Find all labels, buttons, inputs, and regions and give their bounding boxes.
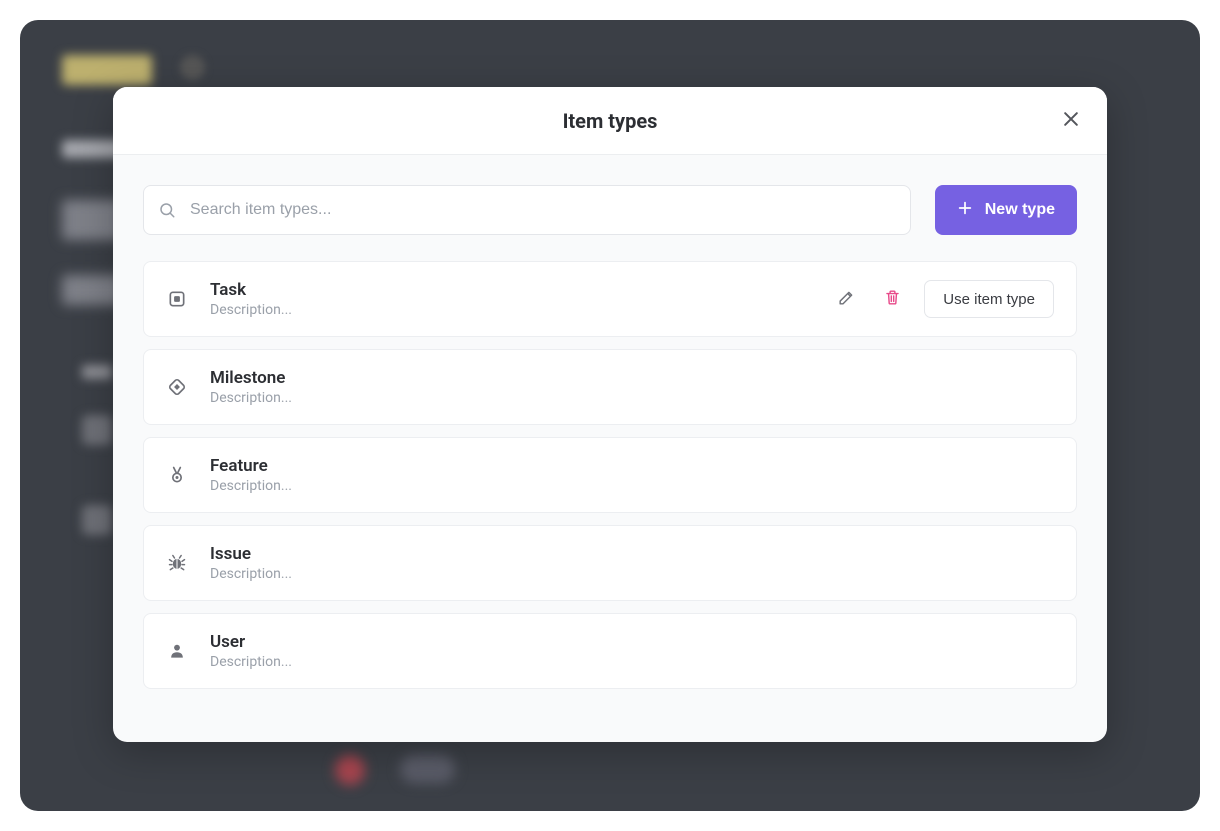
background-blur xyxy=(82,415,112,445)
type-name: Milestone xyxy=(210,368,1054,388)
diamond-icon xyxy=(166,376,188,398)
user-icon xyxy=(166,640,188,662)
toolbar: New type xyxy=(143,185,1077,235)
plus-icon xyxy=(957,200,973,221)
square-icon xyxy=(166,288,188,310)
search-icon xyxy=(158,201,176,219)
use-item-type-button[interactable]: Use item type xyxy=(924,280,1054,318)
type-name: User xyxy=(210,632,1054,652)
type-description: Description... xyxy=(210,478,1054,494)
background-blur xyxy=(400,755,455,783)
background-blur xyxy=(335,755,365,785)
item-types-modal: Item types xyxy=(113,87,1107,742)
type-card[interactable]: Milestone Description... xyxy=(143,349,1077,425)
trash-icon xyxy=(883,288,902,310)
type-text: User Description... xyxy=(210,632,1054,670)
type-text: Issue Description... xyxy=(210,544,1054,582)
type-description: Description... xyxy=(210,302,810,318)
search-wrap xyxy=(143,185,911,235)
modal-body: New type Task Description... xyxy=(113,155,1107,742)
background-blur xyxy=(82,505,112,535)
search-input[interactable] xyxy=(143,185,911,235)
type-description: Description... xyxy=(210,390,1054,406)
new-type-button[interactable]: New type xyxy=(935,185,1077,235)
modal-title: Item types xyxy=(563,109,658,133)
type-name: Issue xyxy=(210,544,1054,564)
modal-header: Item types xyxy=(113,87,1107,155)
background-blur xyxy=(62,55,152,85)
edit-button[interactable] xyxy=(832,285,860,313)
type-name: Task xyxy=(210,280,810,300)
type-text: Milestone Description... xyxy=(210,368,1054,406)
background-blur xyxy=(82,365,112,379)
background-blur xyxy=(180,55,205,80)
medal-icon xyxy=(166,464,188,486)
bug-icon xyxy=(166,552,188,574)
type-list: Task Description... Use item type xyxy=(143,261,1077,689)
type-description: Description... xyxy=(210,654,1054,670)
pencil-icon xyxy=(837,288,856,310)
close-button[interactable] xyxy=(1057,107,1085,135)
type-actions: Use item type xyxy=(832,280,1054,318)
delete-button[interactable] xyxy=(878,285,906,313)
new-type-label: New type xyxy=(985,201,1055,219)
type-name: Feature xyxy=(210,456,1054,476)
type-card[interactable]: Issue Description... xyxy=(143,525,1077,601)
type-card[interactable]: Task Description... Use item type xyxy=(143,261,1077,337)
type-card[interactable]: Feature Description... xyxy=(143,437,1077,513)
type-description: Description... xyxy=(210,566,1054,582)
close-icon xyxy=(1061,109,1081,132)
type-text: Feature Description... xyxy=(210,456,1054,494)
type-text: Task Description... xyxy=(210,280,810,318)
type-card[interactable]: User Description... xyxy=(143,613,1077,689)
